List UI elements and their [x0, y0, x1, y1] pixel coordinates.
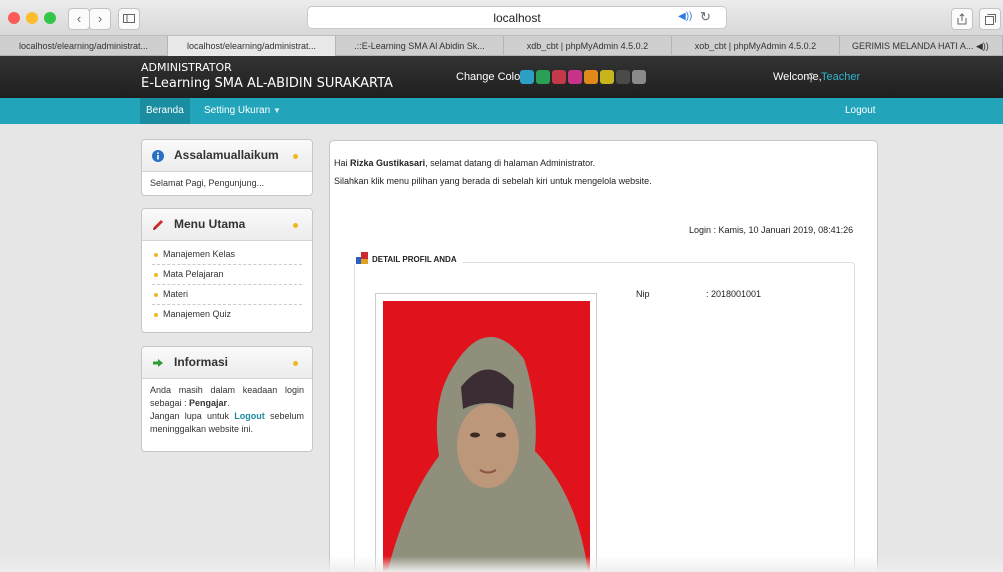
info-box-header: Informasi: [142, 347, 312, 379]
greeting-text: Selamat Pagi, Pengunjung...: [150, 178, 265, 188]
user-icon: ⚲: [807, 72, 816, 84]
chevron-right-icon: ›: [97, 11, 103, 26]
greeting-box-header: Assalamuallaikum: [142, 140, 312, 172]
menu-item-mata-pelajaran[interactable]: Mata Pelajaran: [152, 265, 302, 285]
login-info: Login : Kamis, 10 Januari 2019, 08:41:26: [689, 225, 854, 235]
profile-icon: [356, 252, 368, 264]
color-swatch-7[interactable]: [616, 70, 630, 84]
logout-link[interactable]: Logout: [234, 411, 265, 421]
main-menu-box: Menu Utama Manajemen Kelas Mata Pelajara…: [141, 208, 313, 333]
nav-logout[interactable]: Logout: [845, 98, 876, 124]
nav-settings[interactable]: Setting Ukuran ▼: [204, 98, 281, 124]
user-name-link[interactable]: Teacher: [821, 71, 860, 83]
maximize-window-button[interactable]: [44, 12, 56, 24]
info-icon: [152, 150, 164, 162]
welcome-message: Hai Rizka Gustikasari, selamat datang di…: [334, 158, 596, 168]
browser-window: ‹ › localhost ◀)) ↻ localhost/elearning/…: [0, 0, 1003, 572]
pencil-icon: [153, 220, 163, 230]
nav-home[interactable]: Beranda: [140, 98, 190, 124]
profile-photo-frame: [375, 293, 597, 572]
tab-2[interactable]: localhost/elearning/administrat...: [168, 36, 336, 56]
bottom-fade: [0, 556, 1003, 572]
change-color-label: Change Color: [456, 71, 524, 83]
close-window-button[interactable]: [8, 12, 20, 24]
collapse-dot-icon[interactable]: [293, 361, 298, 366]
menu-item-manajemen-kelas[interactable]: Manajemen Kelas: [152, 245, 302, 265]
sidebar-icon: [123, 14, 135, 23]
bullet-icon: [154, 273, 158, 277]
bullet-icon: [154, 253, 158, 257]
header-role: ADMINISTRATOR: [141, 61, 232, 74]
url-text: localhost: [493, 11, 541, 25]
bullet-icon: [154, 313, 158, 317]
site-title: E-Learning SMA AL-ABIDIN SURAKARTA: [141, 76, 393, 91]
collapse-dot-icon[interactable]: [293, 154, 298, 159]
color-swatch-4[interactable]: [568, 70, 582, 84]
main-menu-title: Menu Utama: [174, 217, 246, 231]
tab-1[interactable]: localhost/elearning/administrat...: [0, 36, 168, 56]
speaker-icon[interactable]: ◀)): [678, 11, 692, 22]
info-text: Anda masih dalam keadaan login sebagai :…: [150, 385, 304, 434]
info-title: Informasi: [174, 355, 229, 369]
main-menu-list: Manajemen Kelas Mata Pelajaran Materi Ma…: [142, 241, 312, 325]
main-panel: Hai Rizka Gustikasari, selamat datang di…: [329, 140, 878, 572]
chevron-left-icon: ‹: [76, 11, 82, 26]
nip-value: : 2018001001: [706, 289, 762, 299]
tabs-icon: [984, 14, 996, 25]
color-swatch-3[interactable]: [552, 70, 566, 84]
reload-icon[interactable]: ↻: [700, 9, 711, 25]
profile-legend: DETAIL PROFIL ANDA: [350, 252, 463, 264]
tab-4[interactable]: xdb_cbt | phpMyAdmin 4.5.0.2: [504, 36, 672, 56]
arrow-right-icon: [153, 359, 163, 367]
nip-label: Nip: [636, 289, 650, 299]
menu-item-manajemen-quiz[interactable]: Manajemen Quiz: [152, 305, 302, 325]
chevron-down-icon: ▼: [272, 106, 281, 115]
greeting-box: Assalamuallaikum Selamat Pagi, Pengunjun…: [141, 139, 313, 196]
forward-button[interactable]: ›: [89, 8, 111, 30]
tab-bar: localhost/elearning/administrat... local…: [0, 36, 1003, 56]
color-swatch-6[interactable]: [600, 70, 614, 84]
color-swatch-1[interactable]: [520, 70, 534, 84]
address-bar[interactable]: localhost ◀)) ↻: [307, 6, 727, 29]
sidebar-toggle-button[interactable]: [118, 8, 140, 30]
color-swatch-2[interactable]: [536, 70, 550, 84]
main-nav: Beranda Setting Ukuran ▼ Logout: [0, 98, 1003, 124]
color-swatch-5[interactable]: [584, 70, 598, 84]
share-button[interactable]: [951, 8, 973, 30]
tabs-overview-button[interactable]: [979, 8, 1001, 30]
main-menu-header: Menu Utama: [142, 209, 312, 241]
collapse-dot-icon[interactable]: [293, 223, 298, 228]
tab-5[interactable]: xob_cbt | phpMyAdmin 4.5.0.2: [672, 36, 840, 56]
browser-toolbar: ‹ › localhost ◀)) ↻: [0, 0, 1003, 36]
minimize-window-button[interactable]: [26, 12, 38, 24]
profile-photo: [383, 301, 590, 572]
audio-playing-icon[interactable]: ◀)): [976, 41, 989, 51]
color-swatch-8[interactable]: [632, 70, 646, 84]
tab-6[interactable]: GERIMIS MELANDA HATI A... ◀)): [840, 36, 1003, 56]
site-header: ADMINISTRATOR E-Learning SMA AL-ABIDIN S…: [0, 56, 1003, 98]
tab-3[interactable]: .::E-Learning SMA Al Abidin Sk...: [336, 36, 504, 56]
info-box: Informasi Anda masih dalam keadaan login…: [141, 346, 313, 452]
share-icon: [957, 13, 967, 25]
back-button[interactable]: ‹: [68, 8, 90, 30]
greeting-title: Assalamuallaikum: [174, 148, 279, 162]
instruction-text: Silahkan klik menu pilihan yang berada d…: [334, 176, 652, 186]
bullet-icon: [154, 293, 158, 297]
menu-item-materi[interactable]: Materi: [152, 285, 302, 305]
